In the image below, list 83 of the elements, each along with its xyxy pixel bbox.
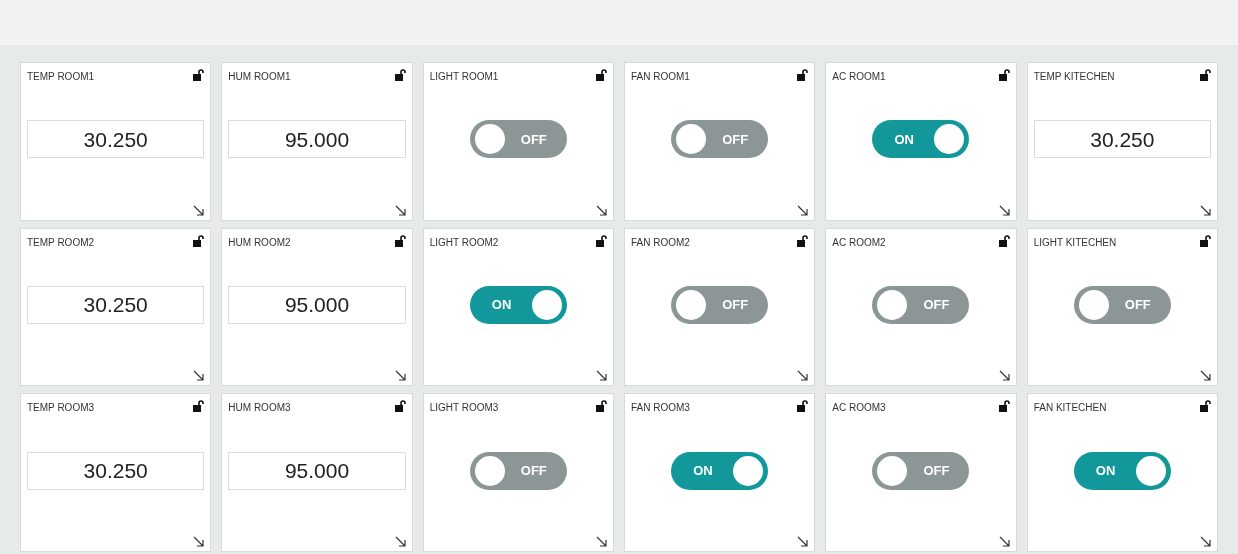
switch-knob — [676, 290, 707, 320]
widget-title: LIGHT ROOM3 — [429, 401, 499, 416]
toggle-switch[interactable]: OFF — [1073, 286, 1171, 324]
unlocked-padlock-icon[interactable] — [797, 400, 809, 413]
resize-arrow-icon[interactable] — [596, 536, 607, 547]
widget-title: TEMP KITECHEN — [1033, 70, 1115, 84]
toggle-switch[interactable]: ON — [1073, 451, 1171, 490]
resize-arrow-icon[interactable] — [193, 204, 205, 216]
widget-title: TEMP ROOM3 — [27, 401, 95, 416]
resize-arrow-icon[interactable] — [1200, 204, 1211, 216]
widget-title: TEMP ROOM2 — [27, 235, 95, 250]
widget-title: LIGHT ROOM1 — [429, 70, 499, 84]
widget-title: HUM ROOM3 — [228, 401, 291, 416]
switch-knob — [877, 455, 908, 486]
unlocked-padlock-icon[interactable] — [998, 400, 1010, 413]
widget-title: LIGHT KITECHEN — [1033, 235, 1117, 250]
switch-knob — [877, 290, 908, 320]
switch-knob — [474, 124, 505, 155]
resize-arrow-icon[interactable] — [394, 536, 406, 547]
unlocked-padlock-icon[interactable] — [193, 69, 205, 81]
resize-arrow-icon[interactable] — [998, 204, 1010, 216]
resize-arrow-icon[interactable] — [596, 370, 607, 382]
widget-title: FAN ROOM1 — [631, 70, 690, 84]
resize-arrow-icon[interactable] — [394, 370, 406, 382]
value-display: 95.000 — [228, 451, 406, 490]
toggle-switch[interactable]: ON — [872, 120, 970, 159]
value-display: 95.000 — [228, 286, 406, 324]
widget-title: TEMP ROOM1 — [27, 70, 95, 84]
widget-title: FAN KITECHEN — [1033, 401, 1107, 416]
widget-title: HUM ROOM1 — [228, 70, 291, 84]
unlocked-padlock-icon[interactable] — [193, 400, 205, 413]
toggle-switch[interactable]: OFF — [671, 286, 769, 324]
toggle-switch[interactable]: OFF — [671, 120, 769, 159]
unlocked-padlock-icon[interactable] — [797, 234, 809, 247]
unlocked-padlock-icon[interactable] — [596, 69, 607, 81]
switch-knob — [474, 455, 505, 486]
resize-arrow-icon[interactable] — [394, 204, 406, 216]
toggle-switch[interactable]: OFF — [872, 451, 970, 490]
switch-knob — [1078, 290, 1109, 320]
switch-knob — [934, 124, 965, 155]
widget-title: LIGHT ROOM2 — [429, 235, 499, 250]
resize-arrow-icon[interactable] — [998, 370, 1010, 382]
unlocked-padlock-icon[interactable] — [394, 234, 406, 247]
resize-arrow-icon[interactable] — [797, 536, 809, 547]
widget-title: FAN ROOM3 — [631, 401, 690, 416]
unlocked-padlock-icon[interactable] — [1200, 400, 1211, 413]
unlocked-padlock-icon[interactable] — [998, 69, 1010, 81]
unlocked-padlock-icon[interactable] — [394, 400, 406, 413]
value-display: 30.250 — [27, 120, 205, 159]
widget-title: AC ROOM2 — [832, 235, 886, 250]
switch-knob — [676, 124, 707, 155]
unlocked-padlock-icon[interactable] — [193, 234, 205, 247]
widget-title: HUM ROOM2 — [228, 235, 291, 250]
toggle-switch[interactable]: ON — [469, 286, 567, 324]
unlocked-padlock-icon[interactable] — [1200, 234, 1211, 247]
resize-arrow-icon[interactable] — [193, 370, 205, 382]
value-display: 30.250 — [27, 451, 205, 490]
switch-knob — [1135, 455, 1166, 486]
resize-arrow-icon[interactable] — [1200, 370, 1211, 382]
unlocked-padlock-icon[interactable] — [596, 400, 607, 413]
resize-arrow-icon[interactable] — [797, 370, 809, 382]
toggle-switch[interactable]: ON — [671, 451, 769, 490]
widget-title: FAN ROOM2 — [631, 235, 690, 250]
widget-title: AC ROOM1 — [832, 70, 886, 84]
resize-arrow-icon[interactable] — [797, 204, 809, 216]
value-display: 95.000 — [228, 120, 406, 159]
toggle-switch[interactable]: OFF — [872, 286, 970, 324]
switch-knob — [531, 290, 562, 320]
unlocked-padlock-icon[interactable] — [998, 234, 1010, 247]
resize-arrow-icon[interactable] — [998, 536, 1010, 547]
unlocked-padlock-icon[interactable] — [1200, 69, 1211, 81]
value-display: 30.250 — [1033, 120, 1211, 159]
resize-arrow-icon[interactable] — [1200, 536, 1211, 547]
toggle-switch[interactable]: OFF — [469, 451, 567, 490]
unlocked-padlock-icon[interactable] — [394, 69, 406, 81]
unlocked-padlock-icon[interactable] — [596, 234, 607, 247]
resize-arrow-icon[interactable] — [596, 204, 607, 216]
resize-arrow-icon[interactable] — [193, 536, 205, 547]
switch-knob — [733, 455, 764, 486]
toggle-switch[interactable]: OFF — [469, 120, 567, 159]
unlocked-padlock-icon[interactable] — [797, 69, 809, 81]
value-display: 30.250 — [27, 286, 205, 324]
widget-title: AC ROOM3 — [832, 401, 886, 416]
